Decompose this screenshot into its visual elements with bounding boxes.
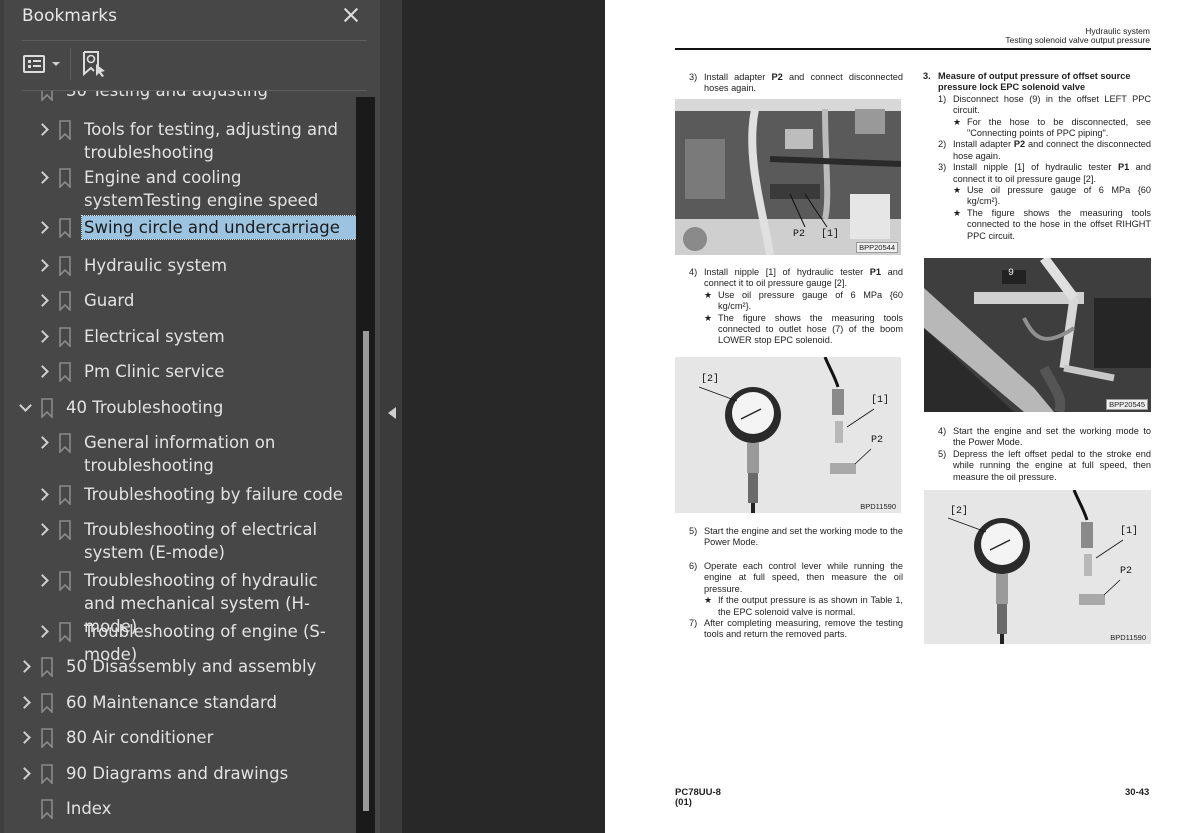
callout-1: [1] bbox=[821, 229, 840, 240]
bookmark-label[interactable]: Electrical system bbox=[82, 325, 352, 348]
figure-code: BPP20544 bbox=[856, 242, 898, 253]
close-icon[interactable] bbox=[340, 4, 362, 26]
bookmark-icon bbox=[59, 218, 71, 238]
chevron-right-icon[interactable] bbox=[37, 294, 49, 306]
chevron-right-icon[interactable] bbox=[19, 767, 31, 779]
list-options-icon bbox=[23, 55, 45, 73]
bookmark-label[interactable]: Guard bbox=[82, 289, 352, 312]
bookmark-label[interactable]: Index bbox=[64, 797, 352, 820]
chevron-right-icon[interactable] bbox=[37, 574, 49, 586]
bookmark-icon bbox=[59, 256, 71, 276]
photo-ppc-circuit: 9 BPP20545 bbox=[924, 258, 1151, 412]
bookmark-icon bbox=[41, 728, 53, 748]
bookmark-options-button[interactable] bbox=[22, 53, 62, 75]
bookmark-icon bbox=[59, 327, 71, 347]
callout-p2: P2 bbox=[1120, 566, 1133, 577]
bookmark-label[interactable]: Troubleshooting by failure code bbox=[82, 483, 352, 506]
bookmark-icon bbox=[59, 571, 71, 591]
footer-page-number: 30-43 bbox=[1125, 787, 1150, 798]
header-rule bbox=[675, 48, 1151, 50]
step-3: 3) Install adapter P2 and connect discon… bbox=[689, 72, 903, 94]
step-6-7: 6) Operate each control lever while runni… bbox=[689, 561, 903, 640]
bookmark-icon bbox=[59, 120, 71, 140]
chevron-right-icon[interactable] bbox=[37, 123, 49, 135]
bookmark-label[interactable]: Hydraulic system bbox=[82, 254, 352, 277]
bookmark-icon bbox=[59, 520, 71, 540]
callout-p2: P2 bbox=[871, 435, 884, 446]
bookmark-icon bbox=[41, 693, 53, 713]
chevron-right-icon[interactable] bbox=[37, 259, 49, 271]
collapse-left-icon[interactable] bbox=[388, 407, 396, 419]
bookmark-label[interactable]: 80 Air conditioner bbox=[64, 726, 352, 749]
bookmark-label[interactable]: Swing circle and undercarriage bbox=[81, 215, 356, 240]
callout-p2: P2 bbox=[793, 229, 806, 240]
chevron-right-icon[interactable] bbox=[37, 488, 49, 500]
bookmarks-panel: Bookmarks 30 Testing and adjusting Tools… bbox=[0, 0, 380, 833]
step-4-5: 4) Start the engine and set the working m… bbox=[938, 426, 1151, 482]
toolbar-separator bbox=[70, 48, 71, 80]
chevron-right-icon[interactable] bbox=[37, 436, 49, 448]
chevron-right-icon[interactable] bbox=[37, 523, 49, 535]
chevron-right-icon[interactable] bbox=[37, 171, 49, 183]
divider bbox=[22, 40, 367, 41]
bookmark-icon bbox=[41, 91, 53, 101]
photo-pressure-gauge: [2] [1] P2 BPD11590 bbox=[675, 357, 901, 513]
bookmark-icon bbox=[41, 764, 53, 784]
bookmark-tree: 30 Testing and adjusting Tools for testi… bbox=[0, 91, 356, 833]
bookmark-label[interactable]: 50 Disassembly and assembly bbox=[64, 655, 352, 678]
bookmark-icon bbox=[59, 622, 71, 642]
step-5: 5) Start the engine and set the working m… bbox=[689, 526, 903, 548]
chevron-right-icon[interactable] bbox=[19, 660, 31, 672]
callout-2: [2] bbox=[701, 374, 720, 385]
find-current-bookmark-icon bbox=[83, 51, 105, 77]
chevron-right-icon[interactable] bbox=[37, 221, 49, 233]
chevron-right-icon[interactable] bbox=[37, 365, 49, 377]
bookmark-label[interactable]: 90 Diagrams and drawings bbox=[64, 762, 352, 785]
figure-code: BPD11590 bbox=[860, 502, 896, 511]
chevron-right-icon[interactable] bbox=[37, 330, 49, 342]
photo-pressure-gauge-2: [2] [1] P2 BPD11590 bbox=[924, 490, 1151, 644]
section-3: 3. Measure of output pressure of offset s… bbox=[923, 71, 1151, 241]
scrollbar-thumb[interactable] bbox=[363, 331, 369, 811]
footer-revision: (01) bbox=[675, 797, 692, 808]
figure-code: BPD11590 bbox=[1110, 633, 1146, 642]
step-4: 4) Install nipple [1] of hydraulic teste… bbox=[689, 267, 903, 346]
find-current-bookmark-button[interactable] bbox=[82, 50, 108, 78]
bookmark-label[interactable]: General information on troubleshooting bbox=[82, 431, 352, 477]
chevron-down-icon bbox=[52, 62, 60, 66]
bookmark-label[interactable]: 60 Maintenance standard bbox=[64, 691, 352, 714]
bookmark-icon bbox=[59, 291, 71, 311]
bookmark-icon bbox=[59, 168, 71, 188]
bookmark-label[interactable]: Tools for testing, adjusting and trouble… bbox=[82, 118, 352, 164]
chevron-right-icon[interactable] bbox=[19, 731, 31, 743]
bookmark-label[interactable]: Troubleshooting of electrical system (E-… bbox=[82, 518, 352, 564]
header-subsection: Testing solenoid valve output pressure bbox=[1005, 35, 1150, 45]
callout-1: [1] bbox=[1120, 526, 1139, 537]
bookmark-icon bbox=[41, 398, 53, 418]
bookmark-icon bbox=[41, 799, 53, 819]
callout-2: [2] bbox=[950, 506, 969, 517]
photo-hydraulic-valve: P2 [1] BPP20544 bbox=[675, 99, 901, 255]
document-page: Hydraulic system Testing solenoid valve … bbox=[605, 0, 1200, 833]
chevron-right-icon[interactable] bbox=[37, 625, 49, 637]
figure-code: BPP20545 bbox=[1106, 399, 1148, 410]
bookmark-label[interactable]: Pm Clinic service bbox=[82, 360, 352, 383]
callout-9: 9 bbox=[1008, 268, 1015, 279]
bookmark-icon bbox=[59, 433, 71, 453]
bookmark-label[interactable]: Engine and cooling systemTesting engine … bbox=[82, 166, 352, 212]
chevron-down-icon[interactable] bbox=[19, 401, 31, 413]
bookmark-icon bbox=[59, 485, 71, 505]
chevron-right-icon[interactable] bbox=[19, 696, 31, 708]
callout-1: [1] bbox=[871, 395, 890, 406]
bookmark-icon bbox=[59, 362, 71, 382]
bookmark-label[interactable]: 40 Troubleshooting bbox=[64, 396, 352, 419]
bookmarks-title: Bookmarks bbox=[22, 6, 117, 26]
bookmark-icon bbox=[41, 657, 53, 677]
